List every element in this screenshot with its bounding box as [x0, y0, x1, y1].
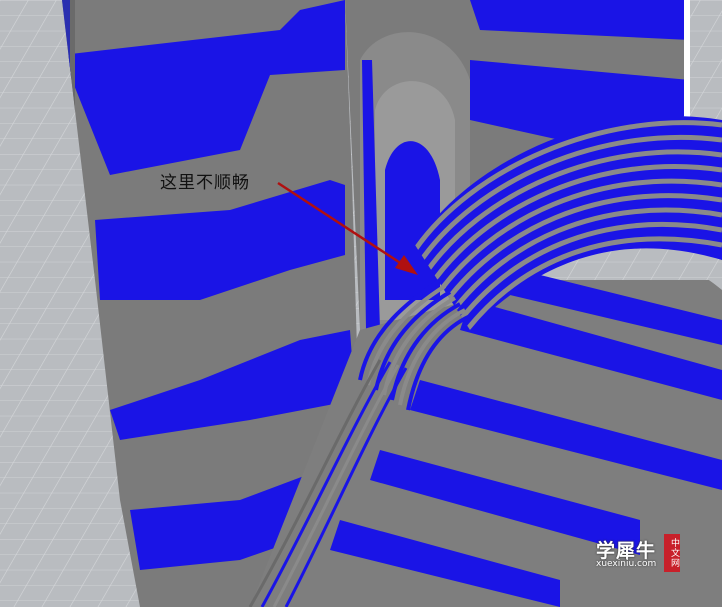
zebra-surface-render [0, 0, 722, 607]
watermark-badge: 中文网 [664, 534, 680, 572]
rhino-viewport[interactable]: 这里不顺畅 学犀牛 xuexiniu.com 中文网 [0, 0, 722, 607]
annotation-label: 这里不顺畅 [160, 173, 250, 193]
watermark-logo: 学犀牛 xuexiniu.com 中文网 [592, 532, 688, 574]
watermark-url: xuexiniu.com [596, 559, 657, 569]
